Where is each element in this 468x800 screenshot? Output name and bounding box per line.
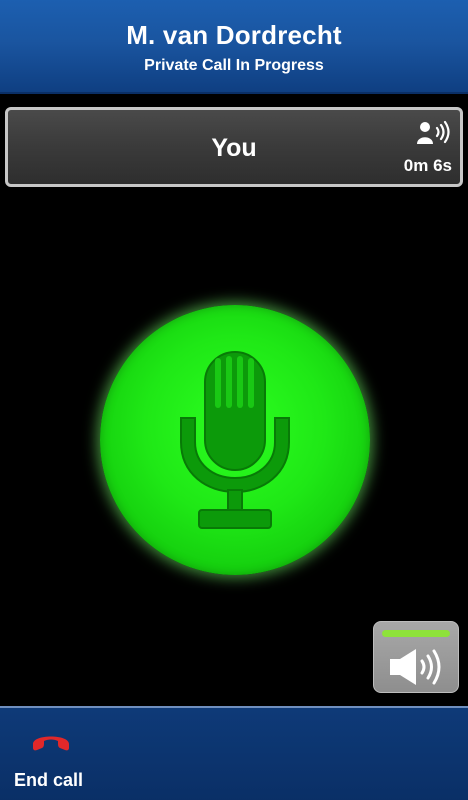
speakerphone-button[interactable] <box>373 621 459 693</box>
end-call-button[interactable]: End call <box>8 726 98 794</box>
call-screen: M. van Dordrecht Private Call In Progres… <box>0 0 468 800</box>
speaker-icon <box>390 649 441 685</box>
current-speaker-name: You <box>211 134 257 162</box>
call-footer: End call <box>0 706 468 800</box>
push-to-talk-button[interactable] <box>100 305 370 575</box>
call-duration: 0m 6s <box>403 156 452 175</box>
call-header: M. van Dordrecht Private Call In Progres… <box>0 0 468 94</box>
hang-up-icon <box>33 736 69 751</box>
contact-name: M. van Dordrecht <box>126 20 342 50</box>
microphone-icon <box>180 351 290 529</box>
speakerphone-active-indicator <box>382 630 450 637</box>
push-to-talk-area <box>95 300 375 580</box>
call-status: Private Call In Progress <box>144 57 324 74</box>
end-call-label: End call <box>14 770 84 790</box>
current-speaker-bar: You 0m 6s <box>5 107 463 187</box>
person-talking-icon <box>417 120 450 144</box>
